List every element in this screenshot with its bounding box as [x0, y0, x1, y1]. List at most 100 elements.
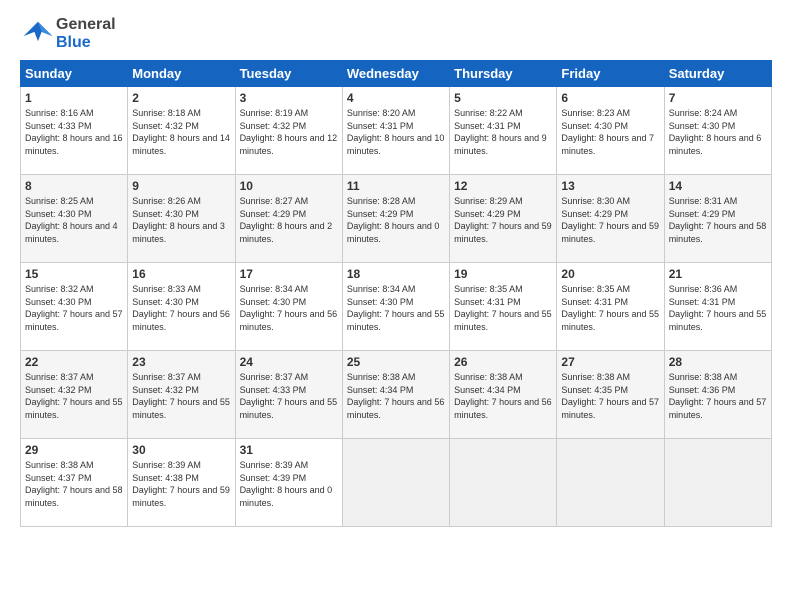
day-header-wednesday: Wednesday	[342, 61, 449, 87]
day-number: 9	[132, 179, 230, 193]
calendar-cell: 4 Sunrise: 8:20 AMSunset: 4:31 PMDaylight…	[342, 87, 449, 175]
day-info: Sunrise: 8:29 AMSunset: 4:29 PMDaylight:…	[454, 196, 552, 244]
day-number: 13	[561, 179, 659, 193]
calendar-cell: 26 Sunrise: 8:38 AMSunset: 4:34 PMDayligh…	[450, 351, 557, 439]
day-number: 23	[132, 355, 230, 369]
calendar-cell: 24Sunrise: 8:37 AMSunset: 4:33 PMDayligh…	[235, 351, 342, 439]
day-number: 10	[240, 179, 338, 193]
day-number: 28	[669, 355, 767, 369]
logo-text: General Blue	[56, 16, 116, 51]
day-number: 4	[347, 91, 445, 105]
day-header-saturday: Saturday	[664, 61, 771, 87]
day-number: 12	[454, 179, 552, 193]
day-info: Sunrise: 8:31 AMSunset: 4:29 PMDaylight:…	[669, 196, 767, 244]
day-info: Sunrise: 8:26 AMSunset: 4:30 PMDaylight:…	[132, 196, 225, 244]
calendar-cell: 3 Sunrise: 8:19 AMSunset: 4:32 PMDaylight…	[235, 87, 342, 175]
day-info: Sunrise: 8:22 AMSunset: 4:31 PMDaylight:…	[454, 108, 547, 156]
day-info: Sunrise: 8:39 AMSunset: 4:39 PMDaylight:…	[240, 460, 333, 508]
day-info: Sunrise: 8:39 AMSunset: 4:38 PMDaylight:…	[132, 460, 230, 508]
day-info: Sunrise: 8:18 AMSunset: 4:32 PMDaylight:…	[132, 108, 230, 156]
week-row-3: 15 Sunrise: 8:32 AMSunset: 4:30 PMDayligh…	[21, 263, 772, 351]
day-number: 16	[132, 267, 230, 281]
header: General Blue	[20, 16, 772, 52]
day-number: 31	[240, 443, 338, 457]
calendar-cell: 12 Sunrise: 8:29 AMSunset: 4:29 PMDayligh…	[450, 175, 557, 263]
day-number: 30	[132, 443, 230, 457]
calendar-cell: 18 Sunrise: 8:34 AMSunset: 4:30 PMDayligh…	[342, 263, 449, 351]
calendar-cell	[450, 439, 557, 527]
day-info: Sunrise: 8:38 AMSunset: 4:34 PMDaylight:…	[454, 372, 552, 420]
day-number: 18	[347, 267, 445, 281]
calendar-cell: 17 Sunrise: 8:34 AMSunset: 4:30 PMDayligh…	[235, 263, 342, 351]
day-number: 25	[347, 355, 445, 369]
day-number: 29	[25, 443, 123, 457]
calendar-cell: 29 Sunrise: 8:38 AMSunset: 4:37 PMDayligh…	[21, 439, 128, 527]
day-info: Sunrise: 8:38 AMSunset: 4:35 PMDaylight:…	[561, 372, 659, 420]
day-number: 17	[240, 267, 338, 281]
day-number: 3	[240, 91, 338, 105]
calendar-cell: 27 Sunrise: 8:38 AMSunset: 4:35 PMDayligh…	[557, 351, 664, 439]
day-header-thursday: Thursday	[450, 61, 557, 87]
calendar-cell: 9 Sunrise: 8:26 AMSunset: 4:30 PMDaylight…	[128, 175, 235, 263]
week-row-2: 8 Sunrise: 8:25 AMSunset: 4:30 PMDaylight…	[21, 175, 772, 263]
day-info: Sunrise: 8:20 AMSunset: 4:31 PMDaylight:…	[347, 108, 445, 156]
calendar-cell: 14 Sunrise: 8:31 AMSunset: 4:29 PMDayligh…	[664, 175, 771, 263]
day-number: 19	[454, 267, 552, 281]
day-number: 1	[25, 91, 123, 105]
day-number: 27	[561, 355, 659, 369]
day-info: Sunrise: 8:23 AMSunset: 4:30 PMDaylight:…	[561, 108, 654, 156]
day-info: Sunrise: 8:34 AMSunset: 4:30 PMDaylight:…	[240, 284, 338, 332]
calendar-cell	[664, 439, 771, 527]
calendar-cell: 25 Sunrise: 8:38 AMSunset: 4:34 PMDayligh…	[342, 351, 449, 439]
calendar-cell: 23Sunrise: 8:37 AMSunset: 4:32 PMDayligh…	[128, 351, 235, 439]
calendar-cell: 6Sunrise: 8:23 AMSunset: 4:30 PMDaylight…	[557, 87, 664, 175]
calendar-cell: 21 Sunrise: 8:36 AMSunset: 4:31 PMDayligh…	[664, 263, 771, 351]
day-info: Sunrise: 8:16 AMSunset: 4:33 PMDaylight:…	[25, 108, 123, 156]
day-info: Sunrise: 8:38 AMSunset: 4:34 PMDaylight:…	[347, 372, 445, 420]
calendar-cell: 15 Sunrise: 8:32 AMSunset: 4:30 PMDayligh…	[21, 263, 128, 351]
day-number: 15	[25, 267, 123, 281]
day-info: Sunrise: 8:35 AMSunset: 4:31 PMDaylight:…	[454, 284, 552, 332]
calendar-cell: 28Sunrise: 8:38 AMSunset: 4:36 PMDayligh…	[664, 351, 771, 439]
day-number: 21	[669, 267, 767, 281]
day-info: Sunrise: 8:36 AMSunset: 4:31 PMDaylight:…	[669, 284, 767, 332]
calendar-cell: 5 Sunrise: 8:22 AMSunset: 4:31 PMDaylight…	[450, 87, 557, 175]
day-info: Sunrise: 8:19 AMSunset: 4:32 PMDaylight:…	[240, 108, 338, 156]
day-info: Sunrise: 8:24 AMSunset: 4:30 PMDaylight:…	[669, 108, 762, 156]
calendar-cell: 20Sunrise: 8:35 AMSunset: 4:31 PMDayligh…	[557, 263, 664, 351]
week-row-1: 1 Sunrise: 8:16 AMSunset: 4:33 PMDaylight…	[21, 87, 772, 175]
day-header-tuesday: Tuesday	[235, 61, 342, 87]
day-number: 20	[561, 267, 659, 281]
calendar-cell: 10Sunrise: 8:27 AMSunset: 4:29 PMDayligh…	[235, 175, 342, 263]
day-number: 8	[25, 179, 123, 193]
calendar-cell: 16 Sunrise: 8:33 AMSunset: 4:30 PMDayligh…	[128, 263, 235, 351]
calendar-cell: 2Sunrise: 8:18 AMSunset: 4:32 PMDaylight…	[128, 87, 235, 175]
logo: General Blue	[20, 16, 116, 52]
calendar-cell	[557, 439, 664, 527]
calendar-cell: 31 Sunrise: 8:39 AMSunset: 4:39 PMDayligh…	[235, 439, 342, 527]
calendar-cell: 19 Sunrise: 8:35 AMSunset: 4:31 PMDayligh…	[450, 263, 557, 351]
day-info: Sunrise: 8:33 AMSunset: 4:30 PMDaylight:…	[132, 284, 230, 332]
day-info: Sunrise: 8:38 AMSunset: 4:37 PMDaylight:…	[25, 460, 123, 508]
calendar-cell: 13 Sunrise: 8:30 AMSunset: 4:29 PMDayligh…	[557, 175, 664, 263]
day-header-monday: Monday	[128, 61, 235, 87]
week-row-4: 22Sunrise: 8:37 AMSunset: 4:32 PMDayligh…	[21, 351, 772, 439]
day-header-friday: Friday	[557, 61, 664, 87]
day-info: Sunrise: 8:30 AMSunset: 4:29 PMDaylight:…	[561, 196, 659, 244]
day-number: 7	[669, 91, 767, 105]
day-number: 14	[669, 179, 767, 193]
calendar-table: SundayMondayTuesdayWednesdayThursdayFrid…	[20, 60, 772, 527]
day-number: 5	[454, 91, 552, 105]
calendar-header-row: SundayMondayTuesdayWednesdayThursdayFrid…	[21, 61, 772, 87]
day-number: 26	[454, 355, 552, 369]
calendar-cell: 1 Sunrise: 8:16 AMSunset: 4:33 PMDaylight…	[21, 87, 128, 175]
calendar-cell	[342, 439, 449, 527]
calendar-cell: 8 Sunrise: 8:25 AMSunset: 4:30 PMDaylight…	[21, 175, 128, 263]
day-info: Sunrise: 8:34 AMSunset: 4:30 PMDaylight:…	[347, 284, 445, 332]
day-info: Sunrise: 8:25 AMSunset: 4:30 PMDaylight:…	[25, 196, 118, 244]
day-info: Sunrise: 8:32 AMSunset: 4:30 PMDaylight:…	[25, 284, 123, 332]
day-info: Sunrise: 8:37 AMSunset: 4:33 PMDaylight:…	[240, 372, 338, 420]
day-number: 22	[25, 355, 123, 369]
calendar-cell: 22Sunrise: 8:37 AMSunset: 4:32 PMDayligh…	[21, 351, 128, 439]
day-number: 11	[347, 179, 445, 193]
